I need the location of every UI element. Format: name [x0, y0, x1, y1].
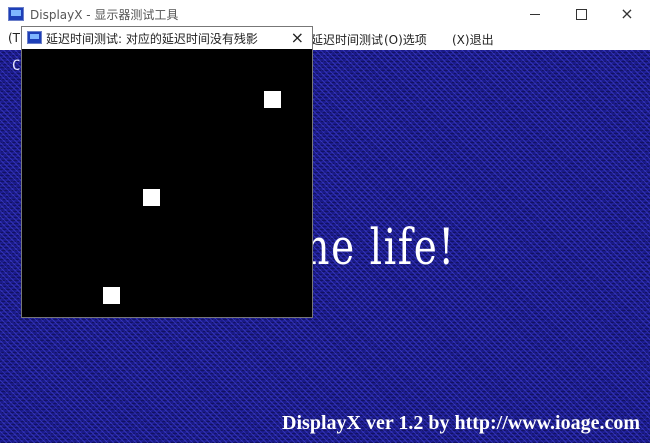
dialog-title: 延迟时间测试: 对应的延迟时间没有残影 — [46, 32, 258, 46]
window-titlebar[interactable]: DisplayX - 显示器测试工具 × — [0, 0, 650, 28]
moving-square — [264, 91, 281, 108]
menu-item-exit[interactable]: (X)退出 — [452, 31, 494, 48]
minimize-button[interactable] — [512, 0, 558, 28]
latency-test-dialog: 延迟时间测试: 对应的延迟时间没有残影 × — [21, 26, 313, 318]
dialog-titlebar[interactable]: 延迟时间测试: 对应的延迟时间没有残影 × — [22, 27, 312, 49]
dialog-close-icon[interactable]: × — [291, 28, 304, 48]
latency-test-canvas — [22, 49, 312, 317]
window-title: DisplayX - 显示器测试工具 — [30, 8, 179, 22]
close-icon: × — [620, 4, 634, 23]
close-button[interactable]: × — [604, 0, 650, 28]
app-monitor-icon — [8, 7, 24, 21]
menu-item-options[interactable]: (O)选项 — [384, 31, 427, 48]
footer-credit: DisplayX ver 1.2 by http://www.ioage.com — [282, 412, 640, 434]
maximize-button[interactable] — [558, 0, 604, 28]
minimize-icon — [530, 13, 540, 15]
maximize-icon — [575, 8, 587, 20]
moving-square — [103, 287, 120, 304]
app-monitor-icon — [27, 31, 42, 44]
menu-item-latency-test[interactable]: 延迟时间测试 — [311, 31, 383, 48]
moving-square — [143, 189, 160, 206]
